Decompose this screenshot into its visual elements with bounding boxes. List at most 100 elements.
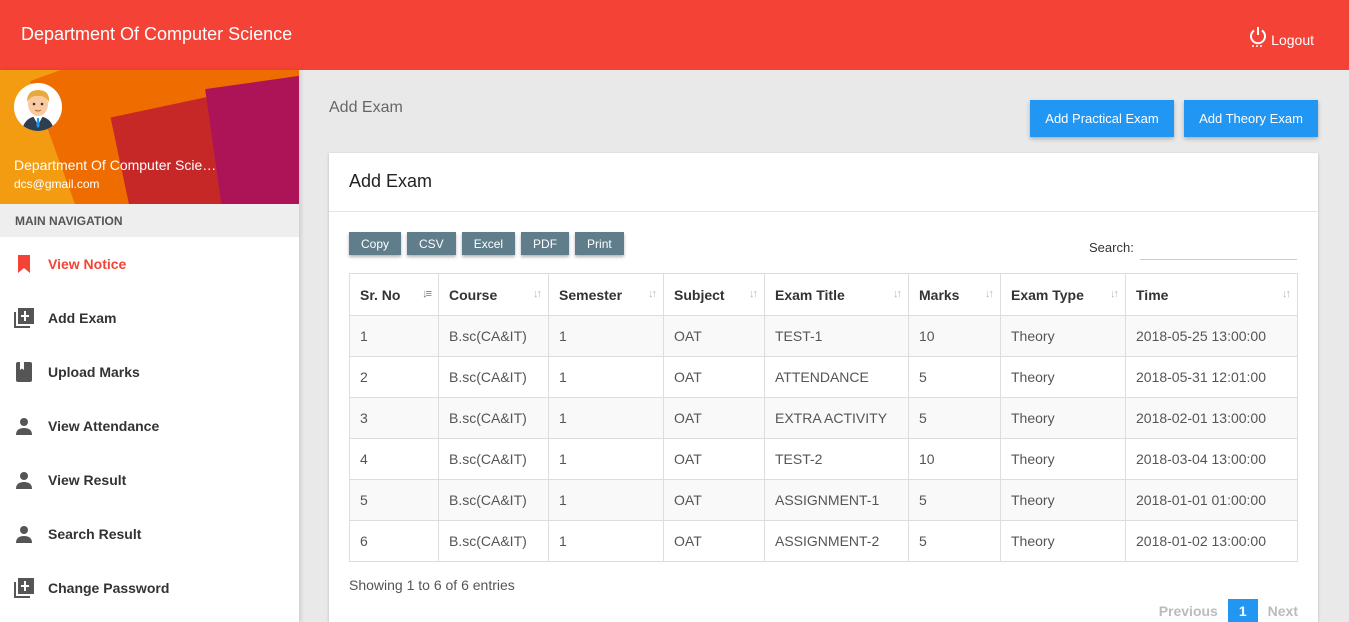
- power-icon: [1249, 26, 1267, 48]
- sidebar-item-search-result[interactable]: Search Result: [0, 507, 299, 561]
- table-row: 4 B.sc(CA&IT) 1 OAT TEST-2 10 Theory 201…: [349, 438, 1298, 480]
- column-header-marks[interactable]: Marks ↓↑: [908, 273, 1001, 316]
- profile-name: Department Of Computer Scie…: [14, 157, 217, 173]
- exam-card: Add Exam Copy CSV Excel PDF Print Search…: [329, 153, 1318, 622]
- export-buttons: Copy CSV Excel PDF Print: [349, 232, 624, 255]
- page-1-button[interactable]: 1: [1227, 599, 1258, 622]
- sidebar-item-label: View Result: [48, 472, 127, 488]
- cell-time: 2018-03-04 13:00:00: [1125, 438, 1298, 480]
- cell-marks: 10: [908, 315, 1001, 357]
- add-theory-exam-button[interactable]: Add Theory Exam: [1184, 100, 1318, 137]
- search-label: Search:: [1089, 239, 1134, 255]
- cell-marks: 10: [908, 438, 1001, 480]
- app-title: Department Of Computer Science: [21, 24, 293, 44]
- table-row: 5 B.sc(CA&IT) 1 OAT ASSIGNMENT-1 5 Theor…: [349, 479, 1298, 521]
- cell-course: B.sc(CA&IT): [438, 397, 549, 439]
- add-practical-exam-button[interactable]: Add Practical Exam: [1030, 100, 1174, 137]
- sidebar-item-view-result[interactable]: View Result: [0, 453, 299, 507]
- cell-course: B.sc(CA&IT): [438, 315, 549, 357]
- search-input[interactable]: [1139, 234, 1297, 260]
- sidebar: Department Of Computer Scie… dcs@gmail.c…: [0, 70, 299, 622]
- column-header-sr-no[interactable]: Sr. No ↓≡: [349, 273, 439, 316]
- cell-sr-no: 6: [349, 520, 439, 562]
- table-row: 1 B.sc(CA&IT) 1 OAT TEST-1 10 Theory 201…: [349, 315, 1298, 357]
- cell-exam-title: TEST-2: [764, 438, 909, 480]
- cell-exam-title: TEST-1: [764, 315, 909, 357]
- logout-button[interactable]: Logout: [1249, 26, 1314, 48]
- sort-icon: ↓↑: [893, 288, 902, 300]
- cell-exam-title: ATTENDANCE: [764, 356, 909, 398]
- cell-exam-type: Theory: [1000, 315, 1126, 357]
- top-navbar: Department Of Computer Science Logout: [0, 0, 1349, 70]
- table-row: 2 B.sc(CA&IT) 1 OAT ATTENDANCE 5 Theory …: [349, 356, 1298, 398]
- cell-sr-no: 5: [349, 479, 439, 521]
- next-page-button[interactable]: Next: [1268, 603, 1298, 619]
- sort-asc-icon: ↓≡: [422, 288, 432, 300]
- cell-semester: 1: [548, 438, 664, 480]
- cell-sr-no: 1: [349, 315, 439, 357]
- person-icon: [14, 524, 34, 544]
- cell-marks: 5: [908, 356, 1001, 398]
- sidebar-item-label: Add Exam: [48, 310, 117, 326]
- column-header-time[interactable]: Time ↓↑: [1125, 273, 1298, 316]
- cell-semester: 1: [548, 520, 664, 562]
- add-box-icon: [14, 308, 34, 328]
- cell-semester: 1: [548, 315, 664, 357]
- cell-course: B.sc(CA&IT): [438, 438, 549, 480]
- book-icon: [14, 362, 34, 382]
- print-button[interactable]: Print: [575, 232, 624, 255]
- sidebar-item-upload-marks[interactable]: Upload Marks: [0, 345, 299, 399]
- cell-subject: OAT: [663, 479, 765, 521]
- cell-marks: 5: [908, 520, 1001, 562]
- sidebar-item-label: Upload Marks: [48, 364, 140, 380]
- sidebar-item-change-password[interactable]: Change Password: [0, 561, 299, 615]
- column-header-exam-type[interactable]: Exam Type ↓↑: [1000, 273, 1126, 316]
- cell-subject: OAT: [663, 356, 765, 398]
- sidebar-item-label: Change Password: [48, 580, 170, 596]
- exam-table: Sr. No ↓≡ Course ↓↑ Semester ↓↑ Subject ↓↑ E…: [349, 273, 1298, 562]
- table-header-row: Sr. No ↓≡ Course ↓↑ Semester ↓↑ Subject ↓↑ E…: [349, 273, 1298, 316]
- pdf-button[interactable]: PDF: [521, 232, 570, 255]
- sort-icon: ↓↑: [533, 288, 542, 300]
- column-header-semester[interactable]: Semester ↓↑: [548, 273, 664, 316]
- cell-semester: 1: [548, 356, 664, 398]
- cell-exam-title: EXTRA ACTIVITY: [764, 397, 909, 439]
- cell-subject: OAT: [663, 397, 765, 439]
- sidebar-item-add-exam[interactable]: Add Exam: [0, 291, 299, 345]
- cell-exam-type: Theory: [1000, 438, 1126, 480]
- csv-button[interactable]: CSV: [407, 232, 456, 255]
- previous-page-button[interactable]: Previous: [1159, 603, 1218, 619]
- breadcrumb: Add Exam: [329, 99, 403, 116]
- sort-icon: ↓↑: [749, 288, 758, 300]
- sidebar-item-view-notice[interactable]: View Notice: [0, 237, 299, 291]
- column-header-subject[interactable]: Subject ↓↑: [663, 273, 765, 316]
- nav-heading: MAIN NAVIGATION: [0, 204, 299, 237]
- cell-time: 2018-01-02 13:00:00: [1125, 520, 1298, 562]
- cell-semester: 1: [548, 397, 664, 439]
- avatar: [14, 83, 62, 131]
- cell-sr-no: 4: [349, 438, 439, 480]
- pagination: Previous 1 Next: [1159, 599, 1298, 622]
- sort-icon: ↓↑: [1282, 288, 1291, 300]
- cell-time: 2018-02-01 13:00:00: [1125, 397, 1298, 439]
- column-header-course[interactable]: Course ↓↑: [438, 273, 549, 316]
- person-icon: [14, 416, 34, 436]
- table-info: Showing 1 to 6 of 6 entries: [349, 577, 515, 593]
- sort-icon: ↓↑: [1110, 288, 1119, 300]
- cell-course: B.sc(CA&IT): [438, 356, 549, 398]
- bookmark-icon: [14, 254, 34, 274]
- copy-button[interactable]: Copy: [349, 232, 402, 255]
- add-box-icon: [14, 578, 34, 598]
- cell-subject: OAT: [663, 438, 765, 480]
- sidebar-item-view-attendance[interactable]: View Attendance: [0, 399, 299, 453]
- cell-subject: OAT: [663, 520, 765, 562]
- cell-marks: 5: [908, 397, 1001, 439]
- sidebar-item-label: View Notice: [48, 256, 127, 272]
- cell-time: 2018-01-01 01:00:00: [1125, 479, 1298, 521]
- cell-time: 2018-05-31 12:01:00: [1125, 356, 1298, 398]
- sort-icon: ↓↑: [985, 288, 994, 300]
- excel-button[interactable]: Excel: [461, 232, 516, 255]
- cell-subject: OAT: [663, 315, 765, 357]
- cell-exam-type: Theory: [1000, 479, 1126, 521]
- column-header-exam-title[interactable]: Exam Title ↓↑: [764, 273, 909, 316]
